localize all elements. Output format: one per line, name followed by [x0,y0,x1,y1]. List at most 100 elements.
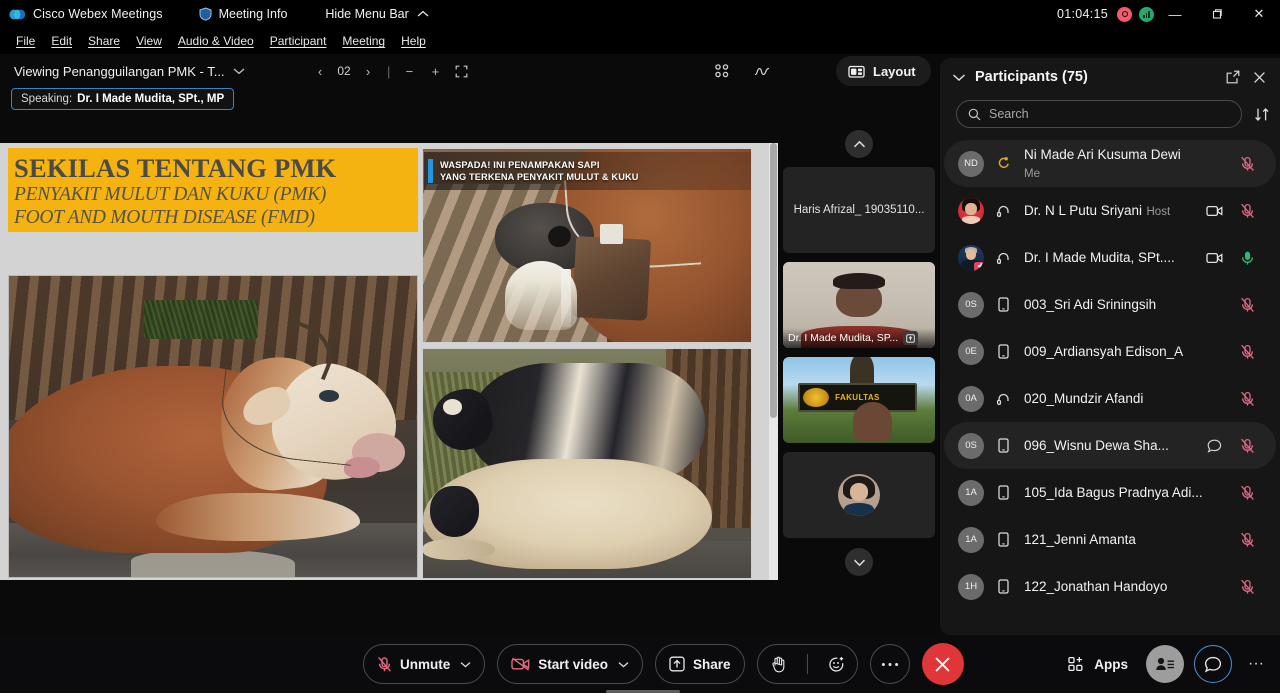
presentation-slide: SEKILAS TENTANG PMK PENYAKIT MULUT DAN K… [0,143,770,580]
raise-hand-button[interactable] [758,644,799,684]
grid-view-icon[interactable] [714,63,730,79]
mic-muted-icon[interactable] [1231,485,1264,501]
slide-title-main: SEKILAS TENTANG PMK [14,153,337,183]
active-speaker-badge: Speaking: Dr. I Made Mudita, SPt., MP [11,88,235,110]
filmstrip-scroll-down-button[interactable] [845,548,873,576]
zoom-out-button[interactable]: − [397,59,421,83]
participant-row-jonathan[interactable]: 1H 122_Jonathan Handoyo [944,563,1276,610]
meeting-info-button[interactable]: Meeting Info [199,7,287,21]
annotate-icon[interactable] [754,65,771,78]
menu-participant[interactable]: Participant [262,31,335,51]
participant-row-putu-sriyani[interactable]: Dr. N L Putu Sriyani Host [944,187,1276,234]
share-button[interactable]: Share [655,644,745,684]
mic-muted-icon [377,656,392,673]
mic-muted-icon[interactable] [1231,579,1264,595]
video-feed-fakultas: FAKULTAS [783,357,935,443]
mic-active-icon[interactable] [1231,250,1264,266]
close-window-button[interactable]: ✕ [1238,0,1280,28]
fit-to-screen-button[interactable] [449,59,473,83]
participant-name: 009_Ardiansyah Edison_A [1024,343,1184,359]
menu-help[interactable]: Help [393,31,434,51]
participant-row-made-mudita[interactable]: ✚ Dr. I Made Mudita, SPt.... [944,234,1276,281]
search-input[interactable] [989,107,1230,121]
mic-muted-icon[interactable] [1231,344,1264,360]
participants-list[interactable]: ND Ni Made Ari Kusuma Dewi Me Dr. N L Pu… [940,140,1280,632]
recording-indicator-icon[interactable] [1117,6,1132,22]
start-video-label: Start video [538,656,609,672]
chevron-down-icon[interactable] [460,661,471,668]
mic-muted-icon[interactable] [1231,156,1264,172]
hide-menu-bar-button[interactable]: Hide Menu Bar [325,7,429,21]
collapse-panel-chevron-down-icon[interactable] [952,73,966,82]
participant-info: Dr. I Made Mudita, SPt.... [1024,249,1198,267]
reactions-button[interactable] [816,644,857,684]
participant-row-jenni[interactable]: 1A 121_Jenni Amanta [944,516,1276,563]
more-options-button[interactable] [869,644,910,684]
menu-audio-video[interactable]: Audio & Video [170,31,262,51]
overflow-menu-button[interactable]: ··· [1242,655,1270,673]
menu-meeting[interactable]: Meeting [334,31,393,51]
participant-role: Host [1146,205,1171,218]
viewing-title-dropdown[interactable]: Viewing Penangguilangan PMK - T... [14,64,245,79]
zoom-in-button[interactable]: + [423,59,447,83]
participant-row-ni-made[interactable]: ND Ni Made Ari Kusuma Dewi Me [944,140,1276,187]
participant-name: 122_Jonathan Handoyo [1024,578,1168,594]
shared-content-area[interactable]: SEKILAS TENTANG PMK PENYAKIT MULUT DAN K… [0,143,778,580]
minimize-button[interactable]: — [1154,0,1196,28]
webex-logo-icon [9,8,26,21]
layout-button[interactable]: Layout [836,56,931,86]
participant-name: 121_Jenni Amanta [1024,531,1136,547]
participant-row-sri-adi[interactable]: 0S 003_Sri Adi Sriningsih [944,281,1276,328]
video-tile-avatar[interactable] [783,452,935,538]
slide-right-column: WASPADA! INI PENAMPAKAN SAPI YANG TERKEN… [422,145,766,580]
apps-grid-icon [1068,656,1085,672]
camera-off-icon [511,657,530,671]
chat-toggle-button[interactable] [1194,645,1233,683]
popout-panel-icon[interactable] [1220,64,1246,90]
chevron-down-icon[interactable] [618,661,629,668]
apps-label: Apps [1094,656,1129,672]
end-meeting-button[interactable] [921,643,964,685]
mic-muted-icon[interactable] [1231,532,1264,548]
scrollbar-thumb[interactable] [770,143,777,418]
participant-row-ardiansyah[interactable]: 0E 009_Ardiansyah Edison_A [944,328,1276,375]
toolbar-divider: | [387,63,391,79]
mic-muted-icon[interactable] [1231,438,1264,454]
sort-participants-icon[interactable] [1250,102,1274,126]
maximize-restore-button[interactable] [1196,0,1238,28]
start-video-button[interactable]: Start video [497,644,644,684]
menu-file[interactable]: File [8,31,43,51]
participants-toggle-button[interactable] [1146,645,1185,683]
video-tile-haris[interactable]: Haris Afrizal_ 19035110... [783,167,935,253]
network-quality-icon[interactable] [1139,6,1154,22]
speaking-label: Speaking: [21,93,73,105]
camera-icon[interactable] [1198,252,1231,264]
mic-muted-icon[interactable] [1231,297,1264,313]
viewing-title-label: Viewing Penangguilangan PMK - T... [14,63,225,79]
mic-muted-icon[interactable] [1231,203,1264,219]
video-tile-fakultas[interactable]: FAKULTAS [783,357,935,443]
menu-edit[interactable]: Edit [43,31,80,51]
filmstrip-scroll-up-button[interactable] [845,130,873,158]
menu-share[interactable]: Share [80,31,128,51]
next-page-button[interactable]: › [356,59,380,83]
participant-row-wisnu[interactable]: 0S 096_Wisnu Dewa Sha... [944,422,1276,469]
avatar-initials: 0S [965,440,977,451]
apps-button[interactable]: Apps [1060,644,1136,684]
meeting-control-bar: Unmute Start video Share Apps ··· [0,635,1280,693]
shared-content-scrollbar[interactable] [769,143,778,580]
mic-muted-icon[interactable] [1231,391,1264,407]
chat-bubble-icon[interactable] [1198,439,1231,453]
pin-video-icon[interactable] [903,331,919,345]
participant-row-ida-bagus[interactable]: 1A 105_Ida Bagus Pradnya Adi... [944,469,1276,516]
unmute-button[interactable]: Unmute [363,644,486,684]
participant-row-mundzir[interactable]: 0A 020_Mundzir Afandi [944,375,1276,422]
camera-icon[interactable] [1198,205,1231,217]
close-panel-icon[interactable] [1246,64,1272,90]
participants-search-row [940,96,1280,132]
unmute-label: Unmute [400,656,451,672]
search-box[interactable] [956,100,1242,128]
prev-page-button[interactable]: ‹ [308,59,332,83]
menu-view[interactable]: View [128,31,170,51]
video-tile-mudita[interactable]: Dr. I Made Mudita, SP... [783,262,935,348]
